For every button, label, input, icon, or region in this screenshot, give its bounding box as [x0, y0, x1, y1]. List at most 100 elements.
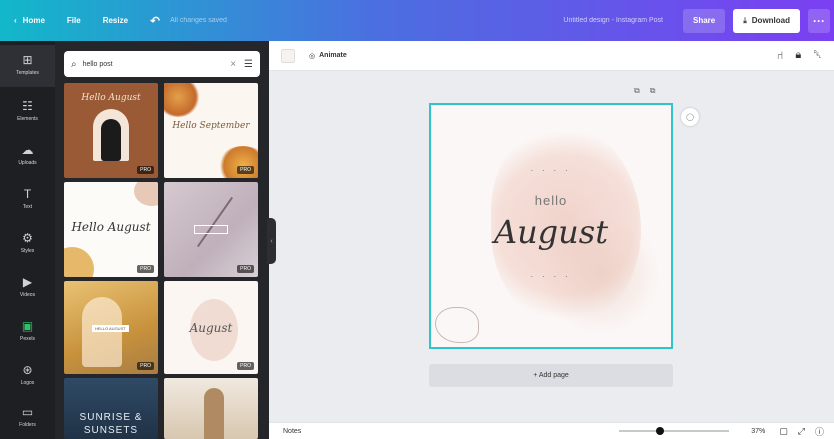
text-icon: T — [23, 187, 32, 201]
template-title-text: Hello August — [81, 93, 141, 103]
styles-icon: ⚙ — [22, 231, 33, 245]
shape-decoration — [64, 247, 94, 277]
zoom-slider[interactable] — [619, 427, 730, 435]
pro-badge: PRO — [137, 362, 154, 370]
template-thumbnail[interactable]: HELLO AUGUST PRO — [64, 281, 158, 374]
download-button[interactable]: ⤓ Download — [733, 8, 800, 33]
page-count-icon[interactable]: ▢ — [779, 426, 788, 437]
rail-item-label: Text — [22, 204, 33, 210]
chevron-left-icon: ‹ — [14, 16, 17, 25]
rail-item-label: Elements — [17, 116, 38, 122]
branch-decoration — [196, 196, 234, 248]
floral-decoration — [164, 83, 200, 117]
rail-item-text[interactable]: T Text — [0, 181, 55, 221]
decorative-dots-bottom: ˙ ˙ ˙ ˙ — [530, 275, 572, 285]
pro-badge: PRO — [137, 166, 154, 174]
paint-roller-icon[interactable]: ⑁ — [777, 50, 784, 62]
rail-item-logos[interactable]: ⊛ Logos — [0, 357, 55, 397]
save-status: All changes saved — [170, 17, 227, 24]
template-search-bar[interactable]: ⌕ hello post × ☰ — [64, 51, 260, 77]
rail-item-label: Pexels — [19, 336, 35, 342]
template-thumbnail[interactable]: Hello August PRO — [64, 182, 158, 277]
clear-icon[interactable]: × — [230, 59, 236, 70]
rail-item-label: Logos — [20, 380, 35, 386]
design-august-text[interactable]: August — [431, 213, 671, 251]
file-menu-button[interactable]: File — [67, 16, 81, 25]
pro-badge: PRO — [237, 166, 254, 174]
template-title-text: Hello September — [172, 121, 250, 131]
pro-badge: PRO — [237, 265, 254, 273]
templates-icon: ⊞ — [22, 53, 33, 67]
templates-panel: ⌕ hello post × ☰ Hello August PRO Hello … — [55, 41, 269, 439]
leaf-outline-decoration — [435, 307, 479, 343]
design-hello-text[interactable]: hello — [431, 193, 671, 208]
trash-icon[interactable]: ␡ — [813, 49, 822, 62]
duplicate-page-icon[interactable]: ⧉ — [634, 86, 640, 96]
template-title-text: Hello August — [71, 220, 151, 234]
notes-button[interactable]: Notes — [283, 428, 301, 435]
template-thumbnail[interactable]: August PRO — [164, 281, 258, 374]
animate-icon: ◎ — [309, 52, 316, 60]
template-thumbnail[interactable] — [164, 378, 258, 439]
download-label: Download — [751, 16, 790, 25]
template-title-text: HELLO AUGUST — [92, 325, 129, 332]
template-title-text: August — [189, 321, 233, 335]
lock-icon[interactable]: 🔒︎ — [795, 49, 801, 62]
template-thumbnail[interactable]: Hello August PRO — [64, 83, 158, 178]
rail-item-folders[interactable]: ▭ Folders — [0, 399, 55, 437]
design-canvas[interactable]: ˙ ˙ ˙ ˙ hello August ˙ ˙ ˙ ˙ — [429, 103, 673, 349]
rail-item-label: Uploads — [18, 160, 37, 166]
search-input[interactable]: hello post — [83, 61, 231, 68]
collapse-panel-button[interactable]: ‹ — [267, 218, 276, 264]
fullscreen-icon[interactable]: ⤢ — [798, 426, 805, 437]
rail-item-pexels[interactable]: ▣ Pexels — [0, 313, 55, 353]
animate-button[interactable]: ◎ Animate — [309, 52, 347, 60]
undo-icon[interactable]: ↶ — [150, 14, 160, 28]
zoom-level[interactable]: 37% — [751, 428, 765, 435]
editor-toolbar: ◎ Animate ⑁ 🔒︎ ␡ — [269, 41, 834, 71]
photo-person — [204, 388, 224, 439]
rail-item-label: Templates — [16, 70, 39, 76]
decorative-dots-top: ˙ ˙ ˙ ˙ — [530, 169, 572, 179]
rail-item-label: Styles — [20, 248, 35, 254]
download-icon: ⤓ — [743, 15, 747, 25]
help-icon[interactable]: ⓘ — [815, 425, 824, 438]
top-bar: ‹ Home File Resize ↶ All changes saved U… — [0, 0, 834, 41]
add-page-button[interactable]: + Add page — [429, 364, 673, 387]
home-label: Home — [22, 16, 45, 25]
page-tools: ⧉ ⧉ — [634, 86, 655, 96]
template-thumbnail[interactable]: Hello September PRO — [164, 83, 258, 178]
pro-badge: PRO — [137, 265, 154, 273]
rail-item-templates[interactable]: ⊞ Templates — [0, 45, 55, 87]
rail-item-elements[interactable]: ☷ Elements — [0, 93, 55, 133]
photo-person — [82, 297, 122, 367]
background-color-swatch[interactable] — [281, 48, 295, 63]
rail-item-uploads[interactable]: ☁ Uploads — [0, 137, 55, 177]
template-thumbnail[interactable]: SUNRISE & SUNSETS — [64, 378, 158, 439]
portrait-figure — [101, 119, 121, 161]
rail-item-styles[interactable]: ⚙ Styles — [0, 225, 55, 265]
filter-icon[interactable]: ☰ — [244, 59, 253, 70]
label-box — [194, 225, 228, 234]
comment-icon: ◯ — [686, 114, 694, 121]
pexels-icon: ▣ — [21, 319, 34, 333]
cloud-upload-icon: ☁ — [21, 143, 34, 157]
rail-item-videos[interactable]: ▶ Videos — [0, 269, 55, 309]
left-rail: ⊞ Templates ☷ Elements ☁ Uploads T Text … — [0, 41, 55, 439]
folder-icon: ▭ — [21, 405, 34, 419]
template-thumbnail[interactable]: PRO — [164, 182, 258, 277]
animate-label: Animate — [319, 52, 347, 59]
share-button[interactable]: Share — [683, 8, 726, 33]
rail-item-label: Videos — [19, 292, 36, 298]
comment-button[interactable]: ◯ — [681, 108, 699, 126]
add-page-icon[interactable]: ⧉ — [650, 86, 656, 96]
chevron-left-icon: ‹ — [270, 237, 273, 245]
elements-icon: ☷ — [22, 99, 33, 113]
resize-button[interactable]: Resize — [103, 16, 128, 25]
zoom-slider-handle[interactable] — [655, 427, 664, 435]
design-title[interactable]: Untitled design - Instagram Post — [563, 17, 663, 24]
search-icon: ⌕ — [71, 58, 77, 70]
pro-badge: PRO — [237, 362, 254, 370]
home-button[interactable]: ‹ Home — [14, 16, 45, 25]
more-options-button[interactable]: ··· — [808, 8, 830, 33]
